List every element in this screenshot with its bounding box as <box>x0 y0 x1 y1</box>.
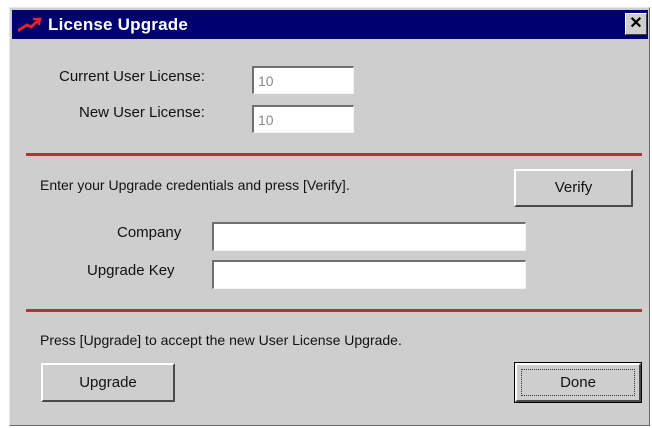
verify-button[interactable]: Verify <box>514 169 633 207</box>
license-key-icon <box>18 17 42 32</box>
upgrade-key-label: Upgrade Key <box>87 262 175 279</box>
window-title: License Upgrade <box>48 15 188 34</box>
current-license-label: Current User License: <box>59 68 205 85</box>
done-button-label: Done <box>560 373 596 391</box>
done-button[interactable]: Done <box>514 362 642 403</box>
close-button[interactable]: ✕ <box>625 13 647 35</box>
close-icon: ✕ <box>629 15 643 32</box>
upgrade-instruction: Press [Upgrade] to accept the new User L… <box>40 332 402 348</box>
credentials-instruction: Enter your Upgrade credentials and press… <box>40 177 350 193</box>
current-license-field[interactable] <box>252 66 354 94</box>
upgrade-button[interactable]: Upgrade <box>41 363 175 402</box>
separator-bottom <box>26 309 642 313</box>
separator-top <box>26 153 642 157</box>
license-upgrade-dialog: License Upgrade ✕ Current User License: … <box>9 7 650 426</box>
company-label: Company <box>117 224 182 241</box>
company-field[interactable] <box>212 222 526 251</box>
new-license-label: New User License: <box>79 104 205 121</box>
upgrade-key-field[interactable] <box>212 260 526 289</box>
new-license-field[interactable] <box>252 105 354 133</box>
title-bar[interactable]: License Upgrade ✕ <box>12 10 648 39</box>
